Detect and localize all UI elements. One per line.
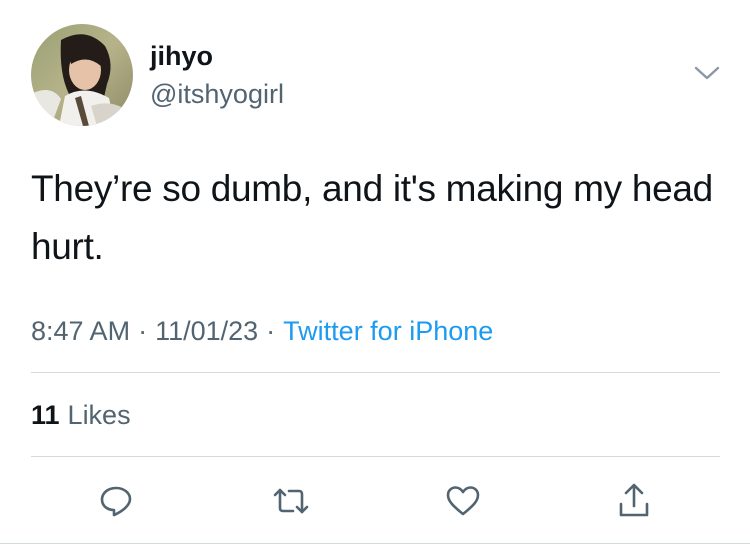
share-icon: [619, 483, 649, 517]
reply-button[interactable]: [94, 478, 138, 524]
avatar[interactable]: [31, 24, 133, 126]
likes-stat[interactable]: 11 Likes: [31, 398, 131, 432]
divider: [31, 456, 720, 457]
likes-count: 11: [31, 400, 60, 430]
divider: [31, 372, 720, 373]
share-button[interactable]: [612, 478, 656, 524]
likes-label: Likes: [67, 400, 131, 430]
meta-separator: ·: [138, 316, 148, 346]
action-bar: [0, 478, 750, 524]
display-name[interactable]: jihyo: [150, 40, 213, 72]
tweet-meta: 8:47 AM · 11/01/23 · Twitter for iPhone: [31, 314, 493, 348]
like-button[interactable]: [441, 478, 485, 524]
tweet-source-link[interactable]: Twitter for iPhone: [283, 316, 493, 346]
divider: [0, 543, 750, 544]
tweet-card: jihyo @itshyogirl They’re so dumb, and i…: [0, 0, 750, 545]
heart-icon: [446, 486, 480, 516]
retweet-icon: [273, 488, 309, 514]
meta-separator: ·: [266, 316, 276, 346]
retweet-button[interactable]: [269, 478, 313, 524]
tweet-date: 11/01/23: [155, 316, 259, 346]
avatar-photo: [31, 24, 133, 126]
user-handle[interactable]: @itshyogirl: [150, 78, 284, 110]
tweet-time: 8:47 AM: [31, 316, 131, 346]
reply-icon: [100, 486, 132, 517]
tweet-text: They’re so dumb, and it's making my head…: [31, 168, 713, 267]
chevron-down-icon[interactable]: [692, 62, 722, 84]
